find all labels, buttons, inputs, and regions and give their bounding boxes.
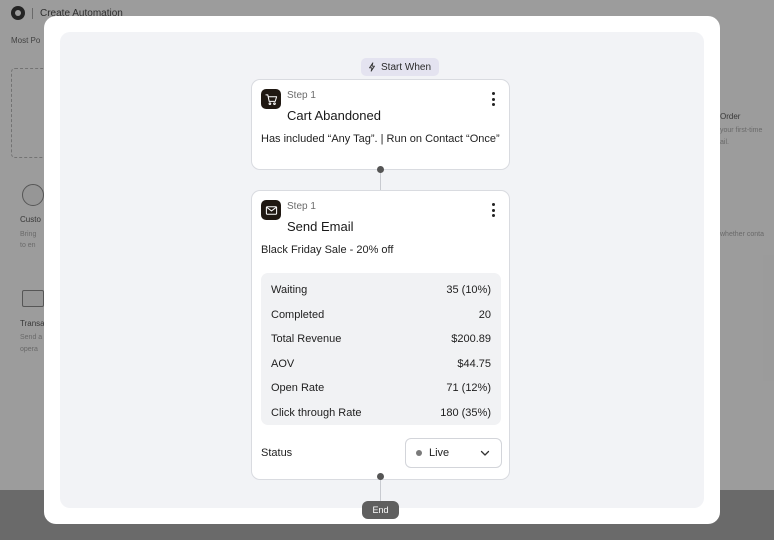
more-options-icon[interactable]: [489, 203, 497, 217]
connector-dot: [377, 473, 384, 480]
cart-icon: [261, 89, 281, 109]
email-stats-panel: Waiting 35 (10%) Completed 20 Total Reve…: [261, 273, 501, 425]
step-card-send-email[interactable]: Step 1 Send Email Black Friday Sale - 20…: [251, 190, 510, 480]
end-node: End: [362, 501, 399, 519]
chevron-down-icon: [480, 450, 490, 456]
start-when-trigger[interactable]: Start When: [361, 58, 440, 76]
stat-row-completed: Completed 20: [271, 303, 491, 328]
stat-label: Total Revenue: [271, 333, 342, 346]
step-card-cart-abandoned[interactable]: Step 1 Cart Abandoned Has included “Any …: [251, 79, 510, 170]
stat-value: $44.75: [457, 357, 491, 370]
status-value: Live: [429, 447, 450, 459]
step-title: Cart Abandoned: [287, 108, 381, 123]
stat-label: Completed: [271, 308, 325, 321]
mail-icon: [261, 200, 281, 220]
start-when-label: Start When: [381, 61, 432, 73]
connector-line: [380, 170, 381, 190]
stat-row-total-revenue: Total Revenue $200.89: [271, 327, 491, 352]
connector-dot: [377, 166, 384, 173]
stat-row-click-through-rate: Click through Rate 180 (35%): [271, 401, 491, 426]
stat-label: Open Rate: [271, 382, 325, 395]
stat-value: $200.89: [451, 333, 491, 346]
stat-row-open-rate: Open Rate 71 (12%): [271, 376, 491, 401]
status-dot-icon: [416, 450, 422, 456]
stat-value: 180 (35%): [440, 406, 491, 419]
stat-value: 35 (10%): [446, 284, 491, 297]
stat-label: Waiting: [271, 284, 308, 297]
status-dropdown[interactable]: Live: [405, 438, 502, 468]
connector-line: [380, 480, 381, 501]
step-description: Has included “Any Tag”. | Run on Contact…: [261, 133, 500, 145]
step-label: Step 1: [287, 90, 316, 101]
stat-value: 20: [478, 308, 491, 321]
stat-row-aov: AOV $44.75: [271, 352, 491, 377]
stat-label: Click through Rate: [271, 406, 362, 419]
stat-row-waiting: Waiting 35 (10%): [271, 278, 491, 303]
flow-canvas: Start When Step 1 Cart Abandoned Has inc…: [60, 32, 704, 519]
lightning-icon: [369, 62, 375, 72]
stat-label: AOV: [271, 357, 295, 370]
step-title: Send Email: [287, 219, 354, 234]
step-description: Black Friday Sale - 20% off: [261, 244, 394, 256]
status-label: Status: [261, 447, 293, 459]
stat-value: 71 (12%): [446, 382, 491, 395]
automation-flow-modal: Start When Step 1 Cart Abandoned Has inc…: [44, 16, 720, 524]
more-options-icon[interactable]: [489, 92, 497, 106]
step-label: Step 1: [287, 201, 316, 212]
